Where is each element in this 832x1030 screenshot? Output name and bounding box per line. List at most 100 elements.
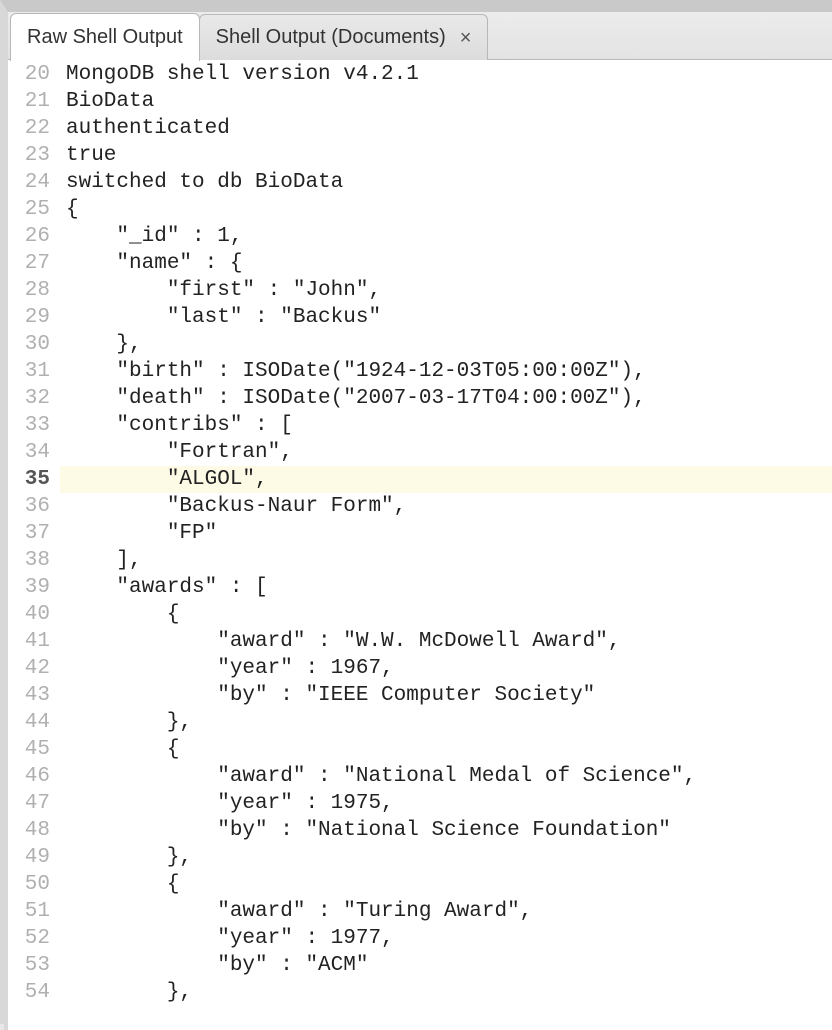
line-number: 35: [8, 466, 60, 493]
tab-label: Raw Shell Output: [27, 26, 183, 49]
code-line[interactable]: 36 "Backus-Naur Form",: [8, 493, 832, 520]
code-line[interactable]: 32 "death" : ISODate("2007-03-17T04:00:0…: [8, 385, 832, 412]
code-line[interactable]: 47 "year" : 1975,: [8, 790, 832, 817]
line-text: "Fortran",: [60, 439, 293, 466]
close-icon[interactable]: ×: [460, 28, 472, 48]
line-text: {: [60, 601, 179, 628]
code-line[interactable]: 54 },: [8, 979, 832, 1006]
line-number: 41: [8, 628, 60, 655]
line-number: 47: [8, 790, 60, 817]
line-number: 46: [8, 763, 60, 790]
line-text: {: [60, 871, 179, 898]
code-line[interactable]: 41 "award" : "W.W. McDowell Award",: [8, 628, 832, 655]
line-number: 30: [8, 331, 60, 358]
code-line[interactable]: 52 "year" : 1977,: [8, 925, 832, 952]
line-number: 44: [8, 709, 60, 736]
code-line[interactable]: 48 "by" : "National Science Foundation": [8, 817, 832, 844]
line-text: switched to db BioData: [60, 169, 343, 196]
code-line[interactable]: 23true: [8, 142, 832, 169]
output-pane[interactable]: 20MongoDB shell version v4.2.121BioData2…: [8, 60, 832, 1030]
code-line[interactable]: 28 "first" : "John",: [8, 277, 832, 304]
code-line[interactable]: 42 "year" : 1967,: [8, 655, 832, 682]
code-line[interactable]: 49 },: [8, 844, 832, 871]
code-line[interactable]: 34 "Fortran",: [8, 439, 832, 466]
line-number: 25: [8, 196, 60, 223]
line-text: true: [60, 142, 116, 169]
line-text: "award" : "Turing Award",: [60, 898, 532, 925]
line-number: 24: [8, 169, 60, 196]
code-line[interactable]: 20MongoDB shell version v4.2.1: [8, 61, 832, 88]
code-line[interactable]: 53 "by" : "ACM": [8, 952, 832, 979]
line-number: 39: [8, 574, 60, 601]
line-number: 40: [8, 601, 60, 628]
code-line[interactable]: 29 "last" : "Backus": [8, 304, 832, 331]
line-text: "last" : "Backus": [60, 304, 381, 331]
code-line[interactable]: 31 "birth" : ISODate("1924-12-03T05:00:0…: [8, 358, 832, 385]
line-text: "first" : "John",: [60, 277, 381, 304]
code-line[interactable]: 33 "contribs" : [: [8, 412, 832, 439]
code-line[interactable]: 35 "ALGOL",: [8, 466, 832, 493]
line-text: BioData: [60, 88, 154, 115]
line-text: },: [60, 709, 192, 736]
code-line[interactable]: 45 {: [8, 736, 832, 763]
line-text: "FP": [60, 520, 217, 547]
line-text: {: [60, 196, 79, 223]
line-text: "award" : "National Medal of Science",: [60, 763, 696, 790]
line-text: "by" : "National Science Foundation": [60, 817, 671, 844]
line-number: 53: [8, 952, 60, 979]
line-number: 52: [8, 925, 60, 952]
line-number: 29: [8, 304, 60, 331]
code-line[interactable]: 26 "_id" : 1,: [8, 223, 832, 250]
line-number: 49: [8, 844, 60, 871]
line-text: "name" : {: [60, 250, 242, 277]
code-line[interactable]: 46 "award" : "National Medal of Science"…: [8, 763, 832, 790]
code-line[interactable]: 27 "name" : {: [8, 250, 832, 277]
code-line[interactable]: 40 {: [8, 601, 832, 628]
line-text: "by" : "IEEE Computer Society": [60, 682, 595, 709]
line-number: 20: [8, 61, 60, 88]
line-number: 42: [8, 655, 60, 682]
tab-shell-output-documents[interactable]: Shell Output (Documents) ×: [199, 14, 489, 60]
code-line[interactable]: 30 },: [8, 331, 832, 358]
code-line[interactable]: 22authenticated: [8, 115, 832, 142]
line-number: 27: [8, 250, 60, 277]
code-line[interactable]: 21BioData: [8, 88, 832, 115]
line-number: 36: [8, 493, 60, 520]
code-line[interactable]: 37 "FP": [8, 520, 832, 547]
code-line[interactable]: 51 "award" : "Turing Award",: [8, 898, 832, 925]
line-text: "by" : "ACM": [60, 952, 368, 979]
tab-raw-shell-output[interactable]: Raw Shell Output: [10, 13, 200, 61]
line-text: {: [60, 736, 179, 763]
line-text: authenticated: [60, 115, 230, 142]
line-number: 33: [8, 412, 60, 439]
line-text: "awards" : [: [60, 574, 268, 601]
line-number: 45: [8, 736, 60, 763]
code-line[interactable]: 50 {: [8, 871, 832, 898]
code-line[interactable]: 43 "by" : "IEEE Computer Society": [8, 682, 832, 709]
line-text: "year" : 1975,: [60, 790, 394, 817]
line-number: 51: [8, 898, 60, 925]
line-text: "ALGOL",: [60, 466, 268, 493]
line-number: 54: [8, 979, 60, 1006]
line-number: 23: [8, 142, 60, 169]
line-text: "Backus-Naur Form",: [60, 493, 406, 520]
line-text: },: [60, 331, 142, 358]
line-number: 31: [8, 358, 60, 385]
line-text: MongoDB shell version v4.2.1: [60, 61, 419, 88]
code-line[interactable]: 25{: [8, 196, 832, 223]
code-line[interactable]: 44 },: [8, 709, 832, 736]
tab-bar: Raw Shell Output Shell Output (Documents…: [8, 12, 832, 60]
line-text: ],: [60, 547, 142, 574]
line-number: 21: [8, 88, 60, 115]
code-line[interactable]: 38 ],: [8, 547, 832, 574]
line-text: "year" : 1977,: [60, 925, 394, 952]
line-text: "contribs" : [: [60, 412, 293, 439]
line-number: 26: [8, 223, 60, 250]
line-number: 32: [8, 385, 60, 412]
code-line[interactable]: 39 "awards" : [: [8, 574, 832, 601]
code-line[interactable]: 24switched to db BioData: [8, 169, 832, 196]
line-text: "_id" : 1,: [60, 223, 242, 250]
line-text: "award" : "W.W. McDowell Award",: [60, 628, 621, 655]
line-number: 37: [8, 520, 60, 547]
line-text: "year" : 1967,: [60, 655, 394, 682]
